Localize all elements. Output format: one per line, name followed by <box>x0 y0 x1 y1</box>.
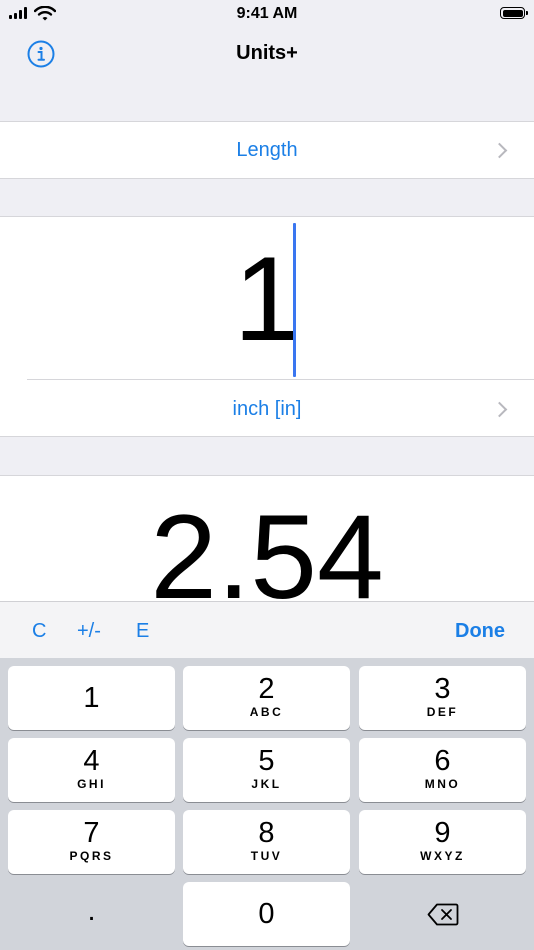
backspace-icon <box>427 903 458 926</box>
status-time: 9:41 AM <box>236 5 298 22</box>
key-digit: 6 <box>434 745 451 777</box>
key-5[interactable]: 5 JKL <box>183 738 350 802</box>
key-digit: 3 <box>434 673 451 705</box>
text-caret <box>293 223 296 377</box>
key-6[interactable]: 6 MNO <box>359 738 526 802</box>
exponent-button[interactable]: E <box>136 620 149 643</box>
key-digit: 4 <box>83 745 100 777</box>
backspace-key[interactable] <box>359 882 526 946</box>
key-letters: MNO <box>424 777 461 791</box>
key-digit: 5 <box>258 745 275 777</box>
key-letters: ABC <box>249 705 284 719</box>
done-button[interactable]: Done <box>455 620 505 643</box>
key-digit: 9 <box>434 817 451 849</box>
keyboard-accessory-bar: C +/- E Done <box>0 601 534 658</box>
key-digit: 8 <box>258 817 275 849</box>
input-unit-row[interactable]: inch [in] <box>0 380 534 436</box>
key-7[interactable]: 7 PQRS <box>8 810 175 874</box>
key-digit: 1 <box>83 682 100 714</box>
key-digit: 2 <box>258 673 275 705</box>
decimal-key[interactable]: . <box>8 882 175 946</box>
sign-toggle-button[interactable]: +/- <box>77 620 101 643</box>
battery-icon <box>500 7 528 19</box>
key-letters: WXYZ <box>420 849 465 863</box>
status-bar: 9:41 AM <box>0 0 534 28</box>
key-letters: JKL <box>251 777 282 791</box>
key-digit: 0 <box>258 898 275 930</box>
key-letters: GHI <box>77 777 106 791</box>
category-label: Length <box>236 139 298 161</box>
key-8[interactable]: 8 TUV <box>183 810 350 874</box>
key-1[interactable]: 1 <box>8 666 175 730</box>
input-unit-label: inch [in] <box>232 398 302 420</box>
key-letters: PQRS <box>69 849 114 863</box>
key-letters: TUV <box>250 849 283 863</box>
result-clip: 2.54 <box>0 475 534 601</box>
numeric-keypad: 1 2 ABC 3 DEF 4 GHI 5 JKL 6 MNO 7 PQRS 8… <box>0 658 534 950</box>
key-4[interactable]: 4 GHI <box>8 738 175 802</box>
page-title: Units+ <box>236 42 298 64</box>
clear-button[interactable]: C <box>32 620 46 643</box>
key-0[interactable]: 0 <box>183 882 350 946</box>
key-letters: DEF <box>426 705 459 719</box>
key-2[interactable]: 2 ABC <box>183 666 350 730</box>
key-digit: . <box>87 895 96 927</box>
category-row[interactable]: Length <box>0 121 534 179</box>
input-value[interactable]: 1 <box>0 234 534 364</box>
result-value: 2.54 <box>150 490 384 601</box>
key-digit: 7 <box>83 817 100 849</box>
key-3[interactable]: 3 DEF <box>359 666 526 730</box>
key-9[interactable]: 9 WXYZ <box>359 810 526 874</box>
